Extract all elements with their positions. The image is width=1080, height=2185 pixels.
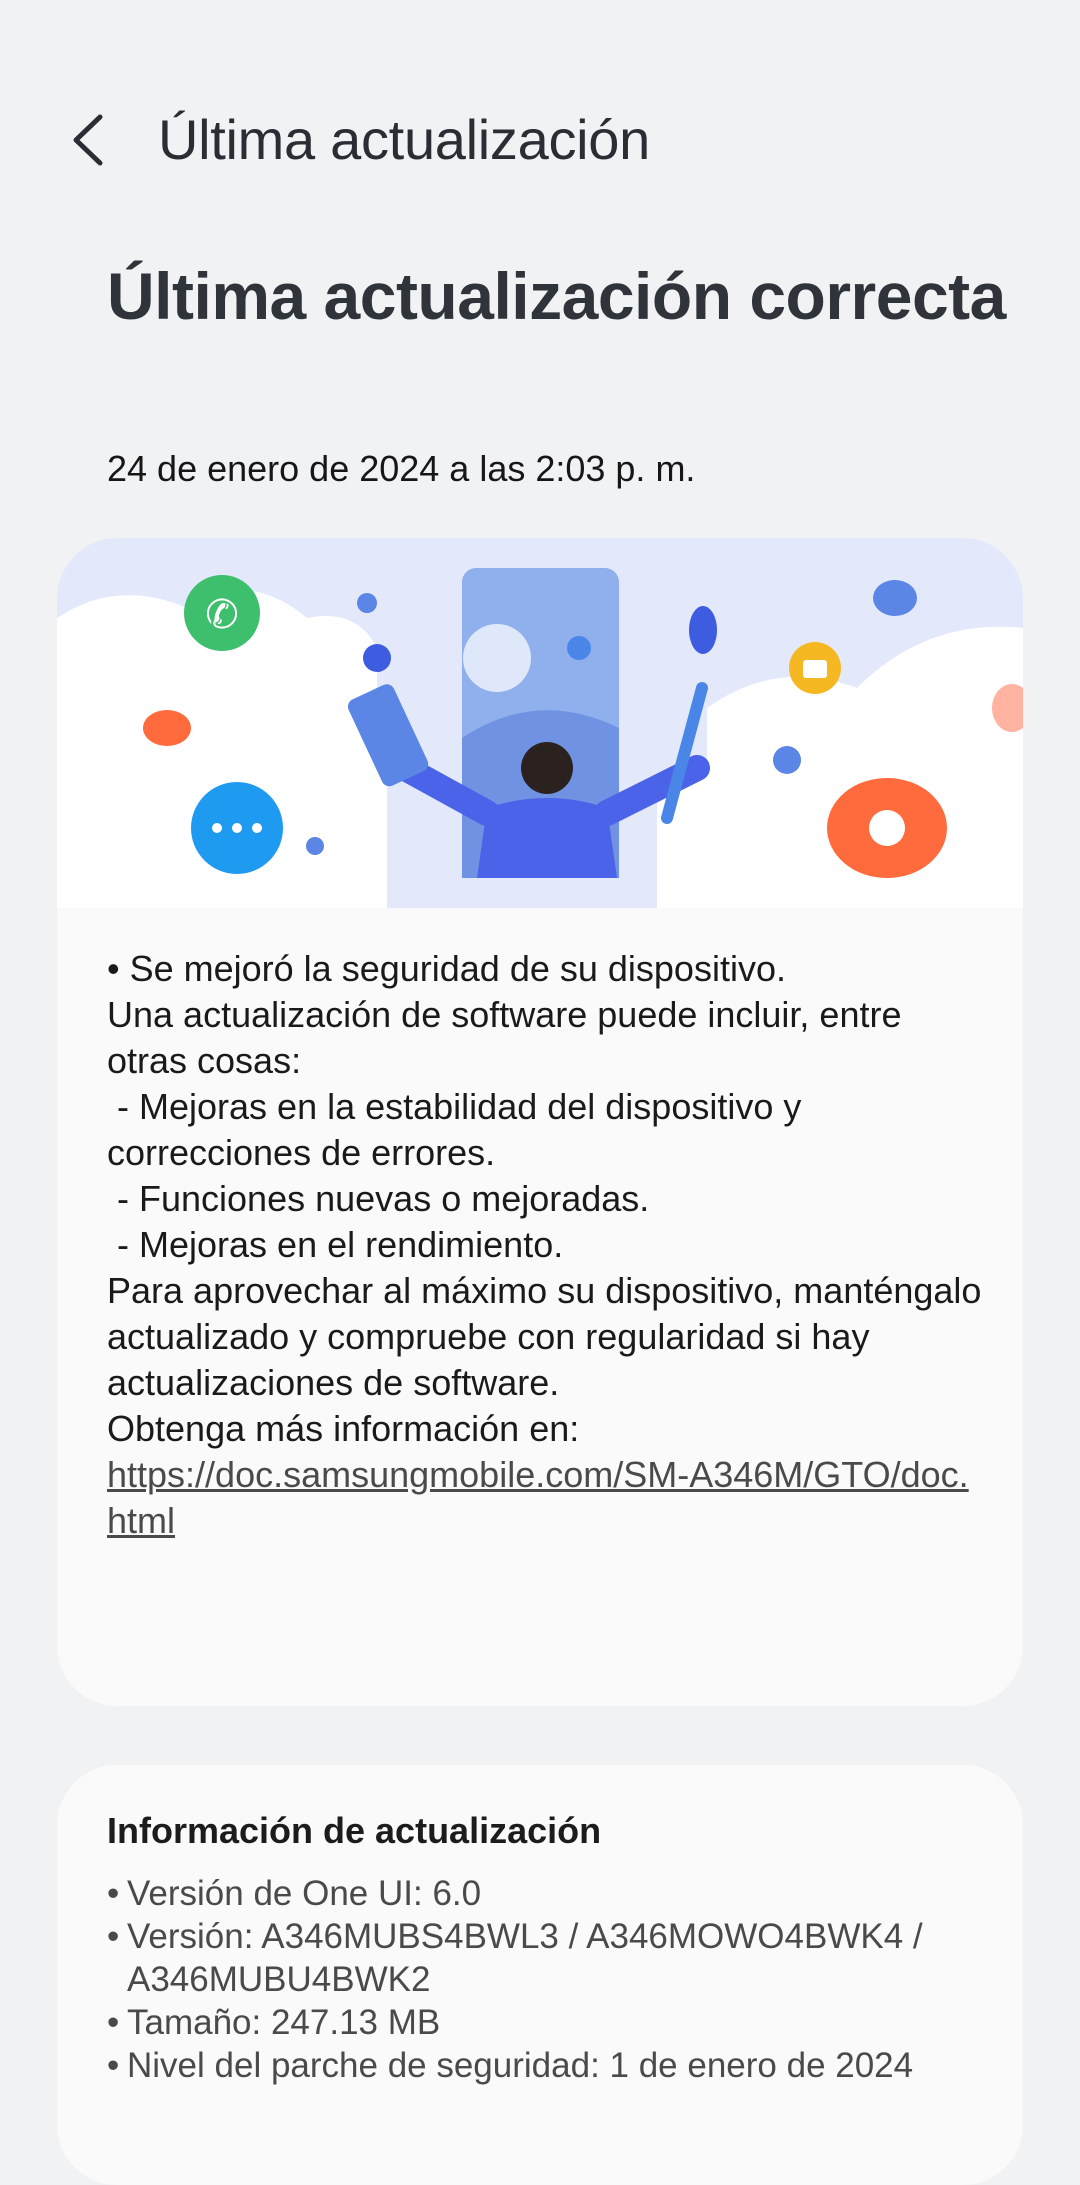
release-notes-line: - Mejoras en la estabilidad del disposit… — [107, 1086, 812, 1173]
update-status-headline: Última actualización correcta — [107, 259, 1006, 333]
update-info-card: Información de actualización Versión de … — [57, 1765, 1023, 2185]
release-notes-line: • Se mejoró la seguridad de su dispositi… — [107, 948, 786, 989]
release-notes-text: • Se mejoró la seguridad de su dispositi… — [107, 946, 987, 1544]
update-info-item-version: Versión: A346MUBS4BWL3 / A346MOWO4BWK4 /… — [107, 1915, 1007, 2001]
update-date: 24 de enero de 2024 a las 2:03 p. m. — [107, 448, 696, 489]
svg-text:✆: ✆ — [205, 592, 239, 638]
release-notes-line: - Funciones nuevas o mejoradas. — [107, 1178, 650, 1219]
update-illustration: ✆ — [57, 538, 1023, 908]
more-info-label: Obtenga más información en: — [107, 1408, 580, 1449]
release-notes-line: Para aprovechar al máximo su dispositivo… — [107, 1270, 992, 1403]
update-info-item-one-ui: Versión de One UI: 6.0 — [107, 1872, 1007, 1915]
release-notes-line: - Mejoras en el rendimiento. — [107, 1224, 564, 1265]
update-info-item-security-patch: Nivel del parche de seguridad: 1 de ener… — [107, 2044, 1007, 2087]
update-info-title: Información de actualización — [107, 1810, 602, 1851]
chevron-left-icon — [73, 114, 103, 166]
back-button[interactable] — [62, 105, 122, 175]
update-info-list: Versión de One UI: 6.0 Versión: A346MUBS… — [107, 1872, 1007, 2087]
update-info-item-size: Tamaño: 247.13 MB — [107, 2001, 1007, 2044]
more-info-link[interactable]: https://doc.samsungmobile.com/SM-A346M/G… — [107, 1454, 969, 1541]
release-notes-line: Una actualización de software puede incl… — [107, 994, 912, 1081]
page-title: Última actualización — [158, 108, 650, 171]
release-notes-card: ✆ • Se mejoró la seguridad de su disposi… — [57, 538, 1023, 1706]
top-app-bar: Última actualización — [0, 95, 1080, 185]
